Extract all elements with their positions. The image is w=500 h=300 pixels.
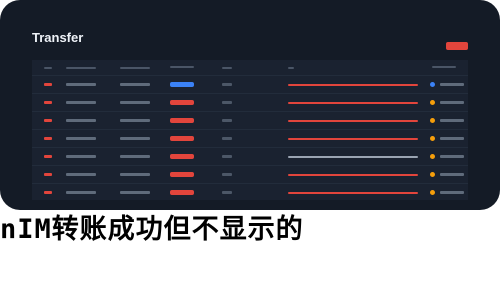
row-date [222, 101, 232, 104]
row-type-badge [170, 118, 194, 123]
primary-action-button[interactable] [446, 42, 468, 50]
row-id [66, 191, 96, 194]
header-cell [44, 67, 52, 69]
row-id [66, 101, 96, 104]
row-status-label [440, 173, 464, 176]
status-dot-icon [430, 100, 435, 105]
row-address [120, 191, 150, 194]
row-address [120, 119, 150, 122]
page-title: Transfer [32, 30, 84, 45]
header-cell [66, 67, 96, 69]
row-type-badge [170, 136, 194, 141]
row-id [66, 137, 96, 140]
row-type-badge [170, 190, 194, 195]
header-cell [170, 66, 194, 68]
row-index [44, 173, 52, 176]
table-row[interactable] [32, 111, 468, 129]
header-cell [222, 67, 232, 69]
row-hash [288, 84, 418, 86]
row-hash [288, 138, 418, 140]
row-index [44, 101, 52, 104]
status-dot-icon [430, 82, 435, 87]
row-index [44, 83, 52, 86]
table-header [32, 60, 468, 75]
table-row[interactable] [32, 75, 468, 93]
row-status-label [440, 101, 464, 104]
banner-text: nIM转账成功但不显示的 [0, 214, 304, 245]
row-address [120, 173, 150, 176]
row-type-badge [170, 82, 194, 87]
row-id [66, 119, 96, 122]
row-address [120, 155, 150, 158]
row-address [120, 83, 150, 86]
status-dot-icon [430, 172, 435, 177]
row-hash [288, 156, 418, 158]
row-status-label [440, 137, 464, 140]
header-cell [288, 67, 294, 69]
row-hash [288, 102, 418, 104]
header-cell [120, 67, 150, 69]
row-address [120, 137, 150, 140]
row-type-badge [170, 100, 194, 105]
row-index [44, 191, 52, 194]
status-dot-icon [430, 118, 435, 123]
row-date [222, 191, 232, 194]
row-status-label [440, 155, 464, 158]
row-date [222, 137, 232, 140]
table-row[interactable] [32, 129, 468, 147]
table-row[interactable] [32, 165, 468, 183]
status-dot-icon [430, 190, 435, 195]
table-row[interactable] [32, 183, 468, 201]
row-date [222, 155, 232, 158]
row-id [66, 173, 96, 176]
header-cell [432, 66, 456, 68]
row-address [120, 101, 150, 104]
status-dot-icon [430, 136, 435, 141]
row-type-badge [170, 172, 194, 177]
app-window: Transfer [0, 0, 500, 210]
row-index [44, 137, 52, 140]
row-status-label [440, 83, 464, 86]
table-row[interactable] [32, 147, 468, 165]
row-status-label [440, 191, 464, 194]
row-hash [288, 120, 418, 122]
row-hash [288, 174, 418, 176]
row-date [222, 173, 232, 176]
status-dot-icon [430, 154, 435, 159]
row-date [222, 83, 232, 86]
row-status-label [440, 119, 464, 122]
row-id [66, 155, 96, 158]
row-id [66, 83, 96, 86]
row-index [44, 155, 52, 158]
table-row[interactable] [32, 93, 468, 111]
row-type-badge [170, 154, 194, 159]
row-hash [288, 192, 418, 194]
row-date [222, 119, 232, 122]
row-index [44, 119, 52, 122]
transactions-table [32, 60, 468, 200]
